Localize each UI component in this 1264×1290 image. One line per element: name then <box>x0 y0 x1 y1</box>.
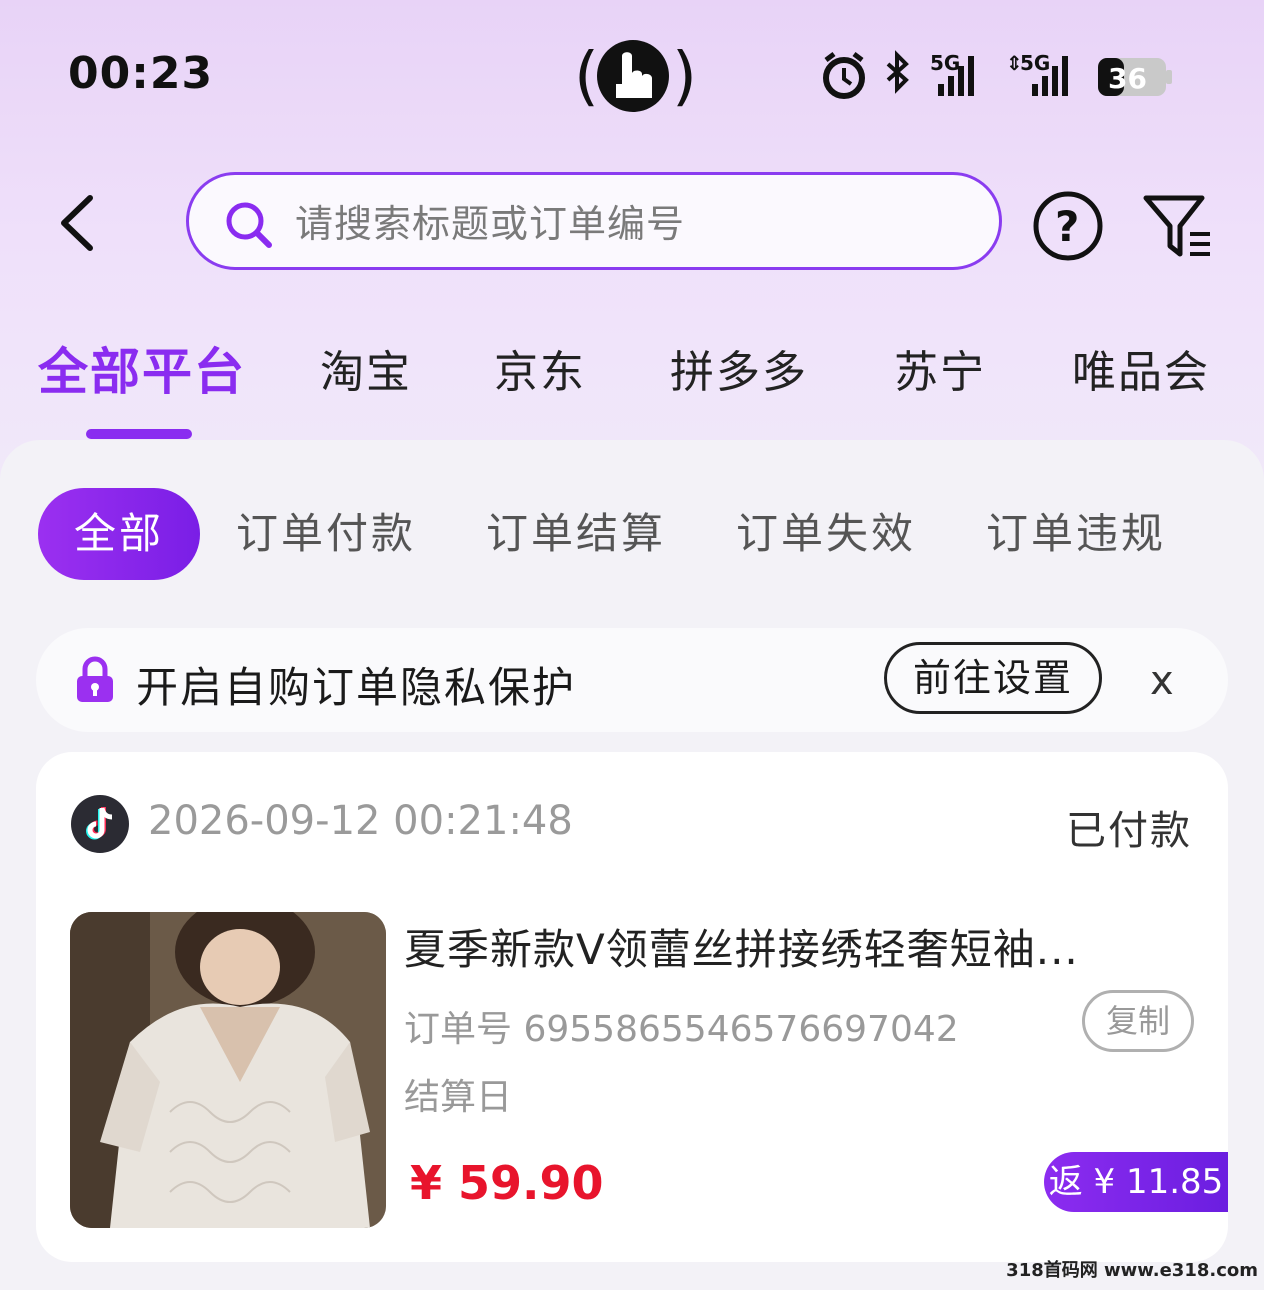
alarm-icon <box>823 52 865 99</box>
privacy-banner-text: 开启自购订单隐私保护 <box>136 663 577 712</box>
watermark: 318首码网 www.e318.com <box>1006 1260 1258 1281</box>
order-price: ¥ 59.90 <box>410 1156 604 1210</box>
privacy-banner: 开启自购订单隐私保护 前往设置 x <box>36 628 1228 732</box>
svg-text:5G: 5G <box>930 51 960 75</box>
order-time: 2026-09-12 00:21:48 <box>148 798 573 844</box>
touch-indicator-icon: ( ) <box>574 40 694 114</box>
close-banner-button[interactable]: x <box>1150 658 1174 704</box>
order-number-label: 订单号 <box>404 1009 513 1050</box>
settle-date-label: 结算日 <box>404 1077 513 1118</box>
filter-order-paid[interactable]: 订单付款 <box>236 488 416 580</box>
filter-order-invalid[interactable]: 订单失效 <box>736 488 916 580</box>
search-box[interactable] <box>186 172 1002 270</box>
order-card[interactable]: 2026-09-12 00:21:48 已付款 夏季新款V领蕾丝拼接绣轻奢短袖.… <box>36 752 1228 1262</box>
bluetooth-icon <box>886 50 909 94</box>
svg-text:): ) <box>672 40 694 114</box>
product-image[interactable] <box>70 912 386 1228</box>
order-status: 已付款 <box>1066 808 1192 854</box>
help-icon[interactable]: ? <box>1030 188 1106 264</box>
search-icon <box>226 202 272 248</box>
filter-icon[interactable] <box>1140 188 1216 264</box>
signal-icon-1: 5G <box>930 51 974 96</box>
svg-text:(: ( <box>574 40 599 114</box>
douyin-logo-icon <box>71 795 129 853</box>
tab-suning[interactable]: 苏宁 <box>894 336 986 400</box>
battery-icon: 36 <box>1098 58 1172 96</box>
active-tab-indicator <box>86 429 192 439</box>
order-number: 6955865546576697042 <box>523 1009 959 1050</box>
svg-text:36: 36 <box>1108 62 1147 95</box>
order-status-filters: 全部 订单付款 订单结算 订单失效 订单违规 <box>38 488 1238 582</box>
copy-order-number-button[interactable]: 复制 <box>1082 990 1194 1052</box>
back-icon[interactable] <box>50 188 110 258</box>
search-input[interactable] <box>293 195 977 253</box>
go-to-settings-button[interactable]: 前往设置 <box>884 642 1102 714</box>
svg-text:5G: 5G <box>1020 51 1050 75</box>
signal-icon-2: ⇕ 5G <box>1006 51 1068 96</box>
tab-taobao[interactable]: 淘宝 <box>320 336 412 400</box>
tab-all-platforms[interactable]: 全部平台 <box>38 332 246 404</box>
lock-icon <box>77 656 113 702</box>
status-icons: 5G ⇕ 5G 36 <box>823 50 1172 99</box>
filter-order-settled[interactable]: 订单结算 <box>486 488 666 580</box>
header-row: ? <box>0 168 1264 280</box>
status-bar: 00:23 ( ) 5G ⇕ 5G <box>0 0 1264 150</box>
order-number-row: 订单号 6955865546576697042 <box>404 1000 959 1052</box>
platform-tabs: 全部平台 淘宝 京东 拼多多 苏宁 唯品会 <box>0 336 1264 416</box>
rebate-badge: 返 ¥ 11.85 <box>1044 1152 1228 1212</box>
filter-order-violation[interactable]: 订单违规 <box>986 488 1166 580</box>
svg-text:?: ? <box>1055 202 1079 251</box>
status-time: 00:23 <box>68 48 214 99</box>
tab-jd[interactable]: 京东 <box>494 336 586 400</box>
filter-all[interactable]: 全部 <box>38 488 201 580</box>
tab-vipshop[interactable]: 唯品会 <box>1072 336 1210 400</box>
product-title: 夏季新款V领蕾丝拼接绣轻奢短袖... <box>404 925 1079 974</box>
tab-pinduoduo[interactable]: 拼多多 <box>670 336 808 400</box>
